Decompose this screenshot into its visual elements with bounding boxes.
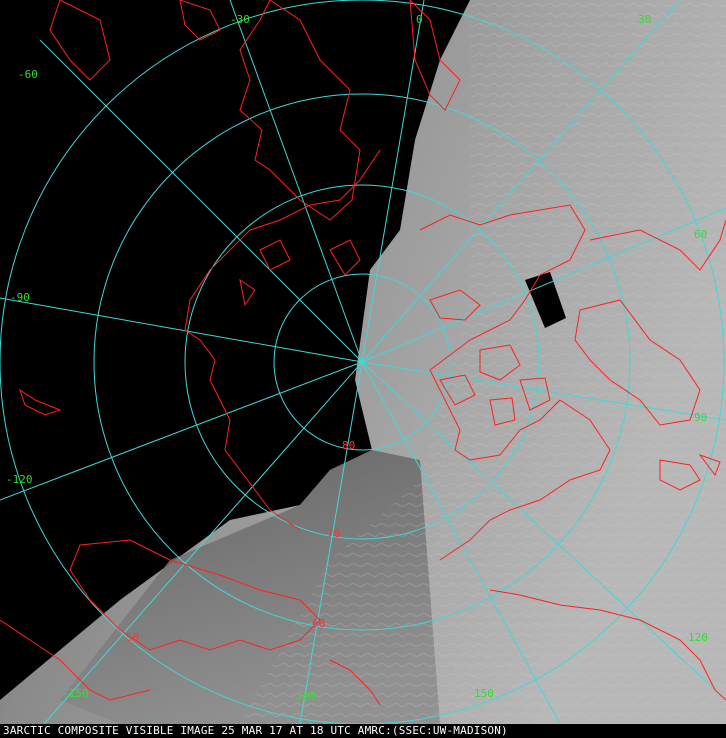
lon-label-30: 30	[638, 13, 651, 26]
lon-label-minus30: -30	[230, 13, 250, 26]
lon-label-minus120: -120	[6, 473, 33, 486]
lon-label-90: 90	[694, 411, 707, 424]
lon-label-0: 0	[416, 13, 423, 26]
lon-label-60: 60	[694, 228, 707, 241]
lon-label-120: 120	[688, 631, 708, 644]
lon-label-minus150: -150	[62, 687, 89, 700]
lat-label-50: 50	[126, 631, 139, 644]
caption-text: ARCTIC COMPOSITE VISIBLE IMAGE 25 MAR 17…	[9, 724, 508, 737]
lat-label-60: 60	[312, 617, 325, 630]
lon-label-180: 180	[296, 689, 316, 702]
lat-label-80: 80	[342, 439, 355, 452]
image-caption-bar: 3ARCTIC COMPOSITE VISIBLE IMAGE 25 MAR 1…	[0, 724, 726, 738]
frame-number: 3	[3, 724, 10, 737]
arctic-composite-map: -30 0 30 -60 60 -90 90 -120 120 -150 150…	[0, 0, 726, 738]
lon-label-minus90: -90	[10, 291, 30, 304]
lon-label-150: 150	[474, 687, 494, 700]
lon-label-minus60: -60	[18, 68, 38, 81]
lat-label-70: 70	[327, 527, 340, 540]
